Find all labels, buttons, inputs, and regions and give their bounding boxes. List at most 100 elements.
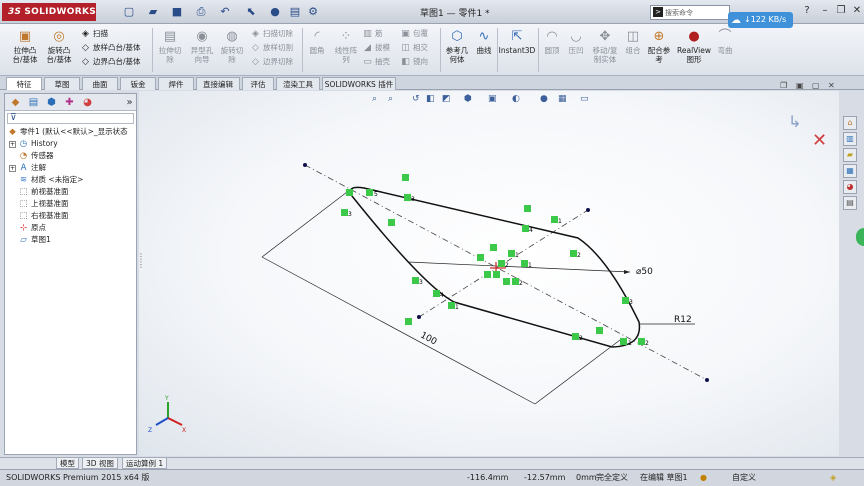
tab-sheet-metal[interactable]: 钣金	[120, 77, 156, 90]
instant3d-button[interactable]: ⇱ Instant3D	[498, 29, 536, 55]
expand-panel-icon[interactable]: »	[122, 96, 137, 109]
intersect-button[interactable]: ◫ 相交	[400, 42, 428, 54]
close-button[interactable]: ✕	[850, 4, 864, 18]
solidworks-resources-icon[interactable]: ⌂	[843, 116, 857, 130]
sweep-button[interactable]: ◈ 扫描	[80, 28, 108, 40]
shell-button[interactable]: ▭ 抽壳	[362, 56, 390, 68]
mate-reference-button[interactable]: ⊕ 配合参 考	[644, 29, 674, 64]
tree-item-front-plane[interactable]: ⬚ 前视基准面	[18, 186, 68, 198]
relation-icon[interactable]	[388, 219, 395, 226]
sketch-point[interactable]	[705, 378, 709, 382]
sketch-point[interactable]	[303, 163, 307, 167]
restore-button[interactable]: ❐	[834, 4, 848, 18]
viewport-close-icon[interactable]: ✕	[828, 81, 835, 90]
tab-sketch[interactable]: 草图	[44, 77, 80, 90]
tree-item-sketch1[interactable]: ▱ 草图1	[18, 234, 51, 246]
relation-icon[interactable]	[477, 254, 484, 261]
extrude-boss-button[interactable]: ▣ 拉伸凸 台/基体	[8, 29, 42, 64]
relation-icon[interactable]	[620, 338, 627, 345]
wrap-button[interactable]: ▣ 包覆	[400, 28, 428, 40]
select-icon[interactable]: ⬉	[244, 5, 258, 19]
relation-icon[interactable]	[570, 250, 577, 257]
appearances-icon[interactable]: ◕	[843, 180, 857, 194]
search-commands-input[interactable]: > 搜索命令	[650, 5, 730, 20]
rebuild-status-icon[interactable]: ●	[700, 470, 707, 485]
relation-icon[interactable]	[366, 189, 373, 196]
tree-item-annotations[interactable]: + A 注解	[9, 162, 46, 174]
configuration-manager-tab-icon[interactable]: ⬢	[44, 96, 59, 109]
tab-model[interactable]: 模型	[56, 458, 79, 469]
tab-render-tools[interactable]: 渲染工具	[276, 77, 320, 90]
tab-solidworks-addins[interactable]: SOLIDWORKS 插件	[322, 77, 396, 90]
boundary-cut-button[interactable]: ◇ 边界切除	[250, 56, 293, 68]
design-library-icon[interactable]: ▥	[843, 132, 857, 146]
relation-icon[interactable]	[402, 174, 409, 181]
dome-button[interactable]: ◠ 圆顶	[540, 29, 564, 55]
viewport-tile-icon[interactable]: ▣	[796, 81, 804, 90]
save-icon[interactable]: ■	[170, 5, 184, 19]
tree-filter-input[interactable]: ⊽	[7, 113, 134, 124]
dimxpert-manager-tab-icon[interactable]: ✚	[62, 96, 77, 109]
property-manager-tab-icon[interactable]: ▤	[26, 96, 41, 109]
draft-button[interactable]: ◢ 拔模	[362, 42, 390, 54]
tree-item-sensors[interactable]: ◔ 传感器	[18, 150, 54, 162]
relation-icon[interactable]	[412, 277, 419, 284]
file-properties-icon[interactable]: ▤	[288, 5, 302, 19]
tab-surfaces[interactable]: 曲面	[82, 77, 118, 90]
relation-icon[interactable]	[572, 333, 579, 340]
relation-icon[interactable]	[508, 250, 515, 257]
relation-icon[interactable]	[622, 297, 629, 304]
new-file-icon[interactable]: ▢	[122, 5, 136, 19]
realview-button[interactable]: ● RealView 图形	[674, 29, 714, 64]
tree-item-origin[interactable]: ⊹ 原点	[18, 222, 46, 234]
relation-icon[interactable]	[503, 278, 510, 285]
tree-item-material[interactable]: ≋ 材质 <未指定>	[18, 174, 84, 186]
ref-geometry-button[interactable]: ⬡ 参考几 何体	[442, 29, 472, 64]
mirror-button[interactable]: ◧ 镜向	[400, 56, 428, 68]
relation-icon[interactable]	[493, 271, 500, 278]
open-file-icon[interactable]: ▰	[146, 5, 160, 19]
revolve-cut-button[interactable]: ◍ 旋转切 除	[216, 29, 248, 64]
help-icon[interactable]: ?	[800, 4, 814, 18]
print-icon[interactable]: ⎙	[194, 5, 208, 19]
sketch-canvas[interactable]: 100 ⌀50 R12 5 3 3 4 1 2 1 2 1 2 3 4 1 2 …	[139, 91, 839, 456]
tree-item-history[interactable]: + ◷ History	[9, 138, 58, 150]
relation-icon[interactable]	[522, 225, 529, 232]
tree-item-right-plane[interactable]: ⬚ 右视基准面	[18, 210, 68, 222]
relation-icon[interactable]	[521, 260, 528, 267]
extrude-cut-button[interactable]: ▤ 拉伸切 除	[154, 29, 186, 64]
lofted-cut-button[interactable]: ◇ 放样切割	[250, 42, 293, 54]
sketch-point[interactable]	[586, 208, 590, 212]
relation-icon[interactable]	[484, 271, 491, 278]
side-expand-handle[interactable]	[856, 228, 864, 246]
solidworks-logo[interactable]: 3S SOLIDWORKS	[2, 3, 96, 21]
relation-icon[interactable]	[448, 302, 455, 309]
loft-button[interactable]: ◇ 放样凸台/基体	[80, 42, 141, 54]
fillet-button[interactable]: ◜ 圆角	[304, 29, 330, 55]
tab-motion-study[interactable]: 运动算例 1	[122, 458, 168, 469]
curves-button[interactable]: ∿ 曲线	[472, 29, 496, 55]
swept-cut-button[interactable]: ◈ 扫描切除	[250, 28, 293, 40]
viewport-maximize-icon[interactable]: ▢	[812, 81, 820, 90]
expand-icon[interactable]: +	[9, 164, 16, 172]
tab-3d-views[interactable]: 3D 视图	[82, 458, 118, 469]
sketch-point[interactable]	[417, 315, 421, 319]
relation-icon[interactable]	[596, 327, 603, 334]
relation-icon[interactable]	[405, 318, 412, 325]
dimension-line-diameter[interactable]	[407, 261, 631, 273]
combine-button[interactable]: ◫ 组合	[622, 29, 644, 55]
linear-pattern-button[interactable]: ⁘ 线性阵 列	[330, 29, 362, 64]
dimension-diameter-label[interactable]: ⌀50	[636, 267, 653, 277]
relation-icon[interactable]	[498, 260, 505, 267]
hole-wizard-button[interactable]: ◉ 异型孔 向导	[186, 29, 218, 64]
relation-icon[interactable]	[524, 205, 531, 212]
dimension-line-length[interactable]	[261, 256, 536, 405]
revolve-boss-button[interactable]: ◎ 旋转凸 台/基体	[42, 29, 76, 64]
tags-icon[interactable]: ◈	[830, 470, 836, 485]
relation-icon[interactable]	[346, 189, 353, 196]
expand-icon[interactable]: +	[9, 140, 16, 148]
tree-item-top-plane[interactable]: ⬚ 上视基准面	[18, 198, 68, 210]
tab-features[interactable]: 特征	[6, 77, 42, 90]
custom-properties-icon[interactable]: ▤	[843, 196, 857, 210]
relation-icon[interactable]	[551, 216, 558, 223]
